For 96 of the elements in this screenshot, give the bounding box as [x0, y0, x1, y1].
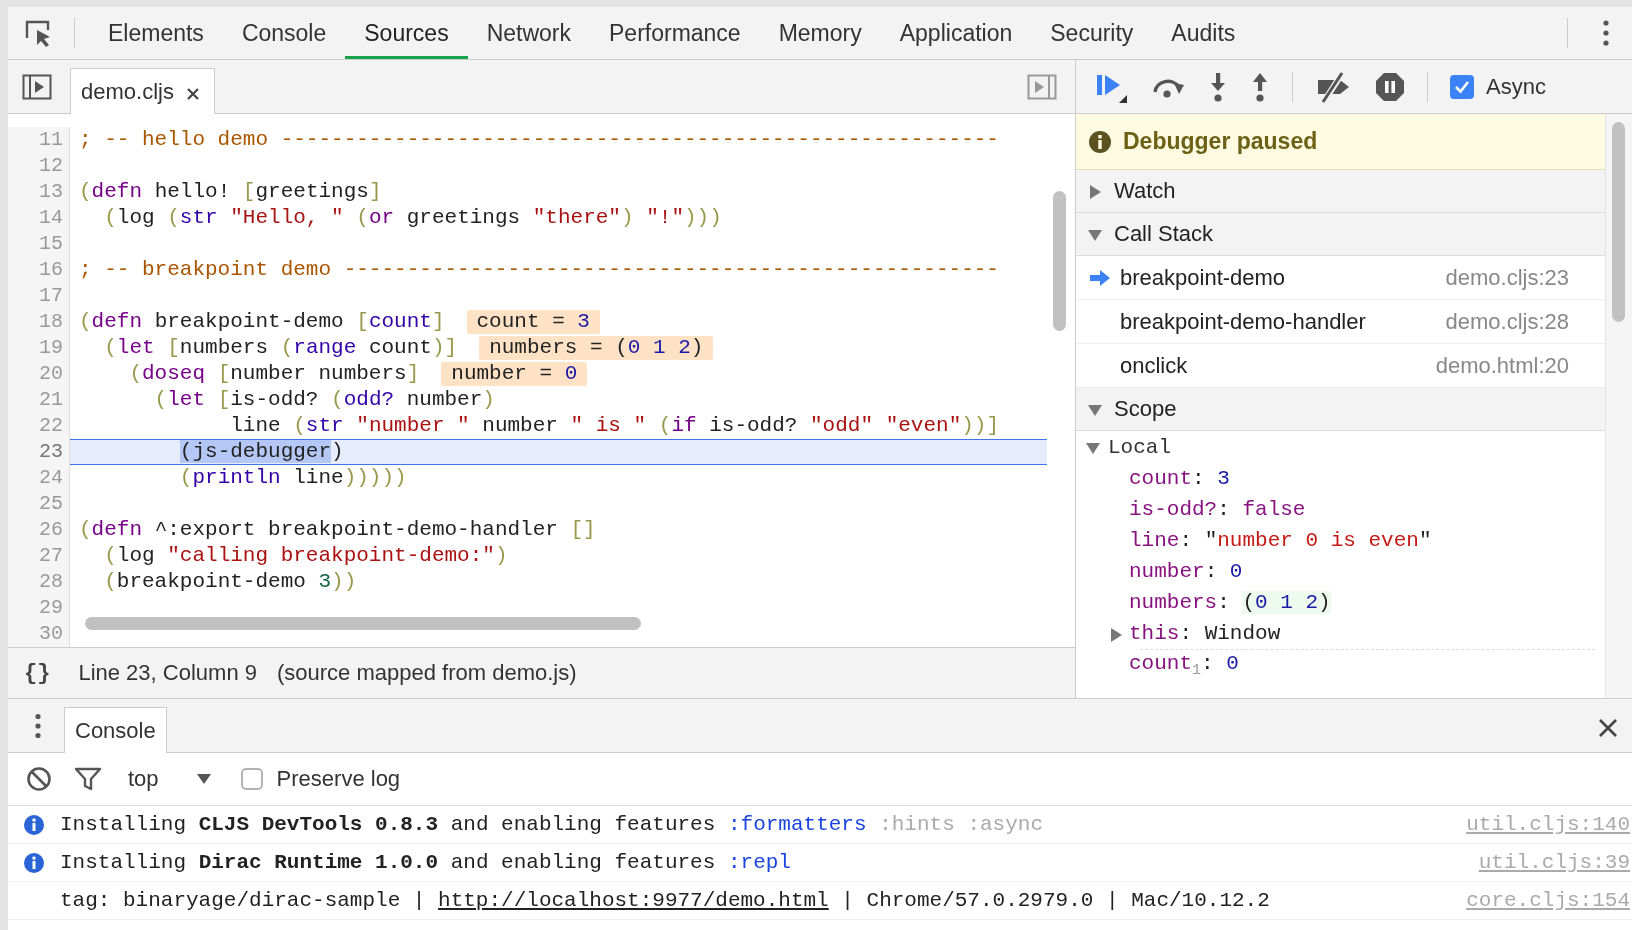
code-line: (let [numbers (range count)] — [103, 336, 458, 360]
caret-icon — [196, 773, 211, 785]
panel-tab[interactable]: Performance — [590, 7, 760, 59]
line-number: 16 — [8, 257, 70, 283]
inline-value: numbers = (0 1 2) — [479, 336, 714, 360]
clear-icon[interactable] — [26, 766, 52, 792]
frame-name[interactable]: breakpoint-demo-handler — [1120, 308, 1366, 335]
code-line: (println line))))) — [178, 466, 407, 490]
panel-tab[interactable]: Security — [1031, 7, 1153, 59]
line-number: 22 — [8, 413, 70, 439]
file-tab[interactable]: demo.cljs — [70, 68, 215, 114]
console-message: Installing Dirac Runtime 1.0.0 and enabling features :repl — [60, 851, 791, 874]
context-selector[interactable]: top — [128, 766, 211, 792]
console-message: tag: binaryage/dirac-sample | http://localhost:9977/demo.html | Chrome/57.0.2979.0 | Mac/10.12.2 — [60, 889, 1270, 912]
scope-variable: count: 3 — [1129, 467, 1230, 490]
line-number: 15 — [8, 231, 70, 257]
source-map-note: (source mapped from demo.js) — [276, 660, 577, 686]
triangle-right-icon — [1088, 185, 1102, 199]
code-line: ; -- breakpoint demo ---------------------------------------------------- — [79, 258, 999, 282]
code-line: line (str "number " number " is " (if is-odd? "odd" "even"))] — [229, 414, 1000, 438]
scope-name[interactable]: Local — [1108, 435, 1171, 459]
scope-variable: numbers: (0 1 2) — [1129, 591, 1331, 614]
line-number: 18 — [8, 309, 70, 335]
line-number: 12 — [8, 153, 70, 179]
code-line: (defn hello! [greetings] — [79, 180, 382, 204]
close-icon[interactable] — [185, 86, 200, 101]
info-icon — [24, 852, 44, 873]
banner-text: Debugger paused — [1123, 128, 1318, 155]
section-header[interactable]: Call Stack — [1076, 213, 1605, 256]
inline-value: count = 3 — [466, 310, 600, 334]
code-line: (log (str "Hello, " (or greetings "there") "!"))) — [103, 206, 722, 230]
line-number: 23 — [8, 439, 70, 465]
url-link[interactable]: http://localhost:9977/demo.html — [438, 889, 829, 912]
scope-variable: is-odd?: false — [1129, 498, 1306, 521]
line-number: 25 — [8, 491, 70, 517]
scope-variable[interactable]: this: Window — [1129, 622, 1281, 645]
line-number: 30 — [8, 621, 70, 647]
code-line: (defn breakpoint-demo [count] — [79, 310, 445, 334]
triangle-down-icon — [1088, 403, 1102, 417]
frame-location[interactable]: demo.html:20 — [1435, 352, 1569, 379]
frame-location[interactable]: demo.cljs:28 — [1445, 308, 1569, 335]
code-line: (doseq [number numbers] — [128, 362, 420, 386]
scope-variable: line: "number 0 is even" — [1129, 529, 1432, 552]
line-number: 13 — [8, 179, 70, 205]
code-line: (let [is-odd? (odd? number) — [153, 388, 495, 412]
info-icon — [1089, 130, 1111, 153]
checkbox-label[interactable]: Async — [1486, 73, 1546, 100]
frame-name[interactable]: onclick — [1120, 352, 1188, 379]
checkbox[interactable] — [1450, 74, 1474, 99]
line-number: 17 — [8, 283, 70, 309]
line-number: 27 — [8, 543, 70, 569]
cursor-position: Line 23, Column 9 — [78, 660, 257, 686]
line-number: 29 — [8, 595, 70, 621]
inline-value: number = 0 — [441, 362, 588, 386]
line-number: 28 — [8, 569, 70, 595]
info-icon — [24, 814, 44, 835]
kebab-menu-icon[interactable] — [34, 713, 42, 739]
panel-tab[interactable]: Elements — [89, 7, 223, 59]
panel-tab[interactable]: Memory — [759, 7, 881, 59]
line-number: 11 — [8, 127, 70, 153]
line-number: 26 — [8, 517, 70, 543]
scope-variable: count$_{1}$: 0 — [1129, 651, 1239, 680]
panel-tab[interactable]: Audits — [1152, 7, 1255, 59]
panel-tab[interactable]: Application — [880, 7, 1032, 59]
frame-name[interactable]: breakpoint-demo — [1120, 264, 1286, 291]
code-line: ; -- hello demo --------------------------------------------------------- — [79, 128, 999, 152]
code-line: (breakpoint-demo 3)) — [103, 570, 357, 594]
frame-location[interactable]: demo.cljs:23 — [1445, 264, 1569, 291]
section-header[interactable]: Watch — [1076, 170, 1605, 213]
line-number: 24 — [8, 465, 70, 491]
console-message: Installing CLJS DevTools 0.8.3 and enabling features :formatters :hints :async — [60, 813, 1043, 836]
horizontal-scrollbar[interactable] — [85, 617, 641, 630]
checkbox-label[interactable]: Preserve log — [276, 766, 401, 792]
panel-tab[interactable]: Console — [222, 7, 346, 59]
pause-octagon-icon[interactable] — [1375, 71, 1405, 102]
step-into-icon[interactable] — [1208, 70, 1228, 103]
code-line: (log "calling breakpoint-demo:") — [103, 544, 508, 568]
line-number: 21 — [8, 387, 70, 413]
scope-variable: number: 0 — [1129, 560, 1243, 583]
panel-tab[interactable]: Network — [467, 7, 590, 59]
code-line: (defn ^:export breakpoint-demo-handler [] — [79, 518, 596, 542]
line-number: 19 — [8, 335, 70, 361]
vertical-scrollbar[interactable] — [1053, 191, 1066, 331]
format-button[interactable]: {} — [24, 660, 51, 686]
kebab-menu-icon[interactable] — [1602, 19, 1610, 47]
triangle-down-icon — [1088, 228, 1102, 242]
section-header[interactable]: Scope — [1076, 388, 1605, 431]
vertical-scrollbar[interactable] — [1612, 122, 1625, 322]
drawer-tab[interactable]: Console — [64, 707, 167, 753]
debugger-toggle-icon[interactable] — [1027, 74, 1057, 100]
filter-icon[interactable] — [74, 767, 102, 791]
checkbox[interactable] — [240, 768, 263, 790]
line-number: 14 — [8, 205, 70, 231]
sidebar-toggle-icon[interactable] — [22, 74, 52, 100]
line-number: 20 — [8, 361, 70, 387]
close-icon[interactable] — [1598, 718, 1618, 738]
